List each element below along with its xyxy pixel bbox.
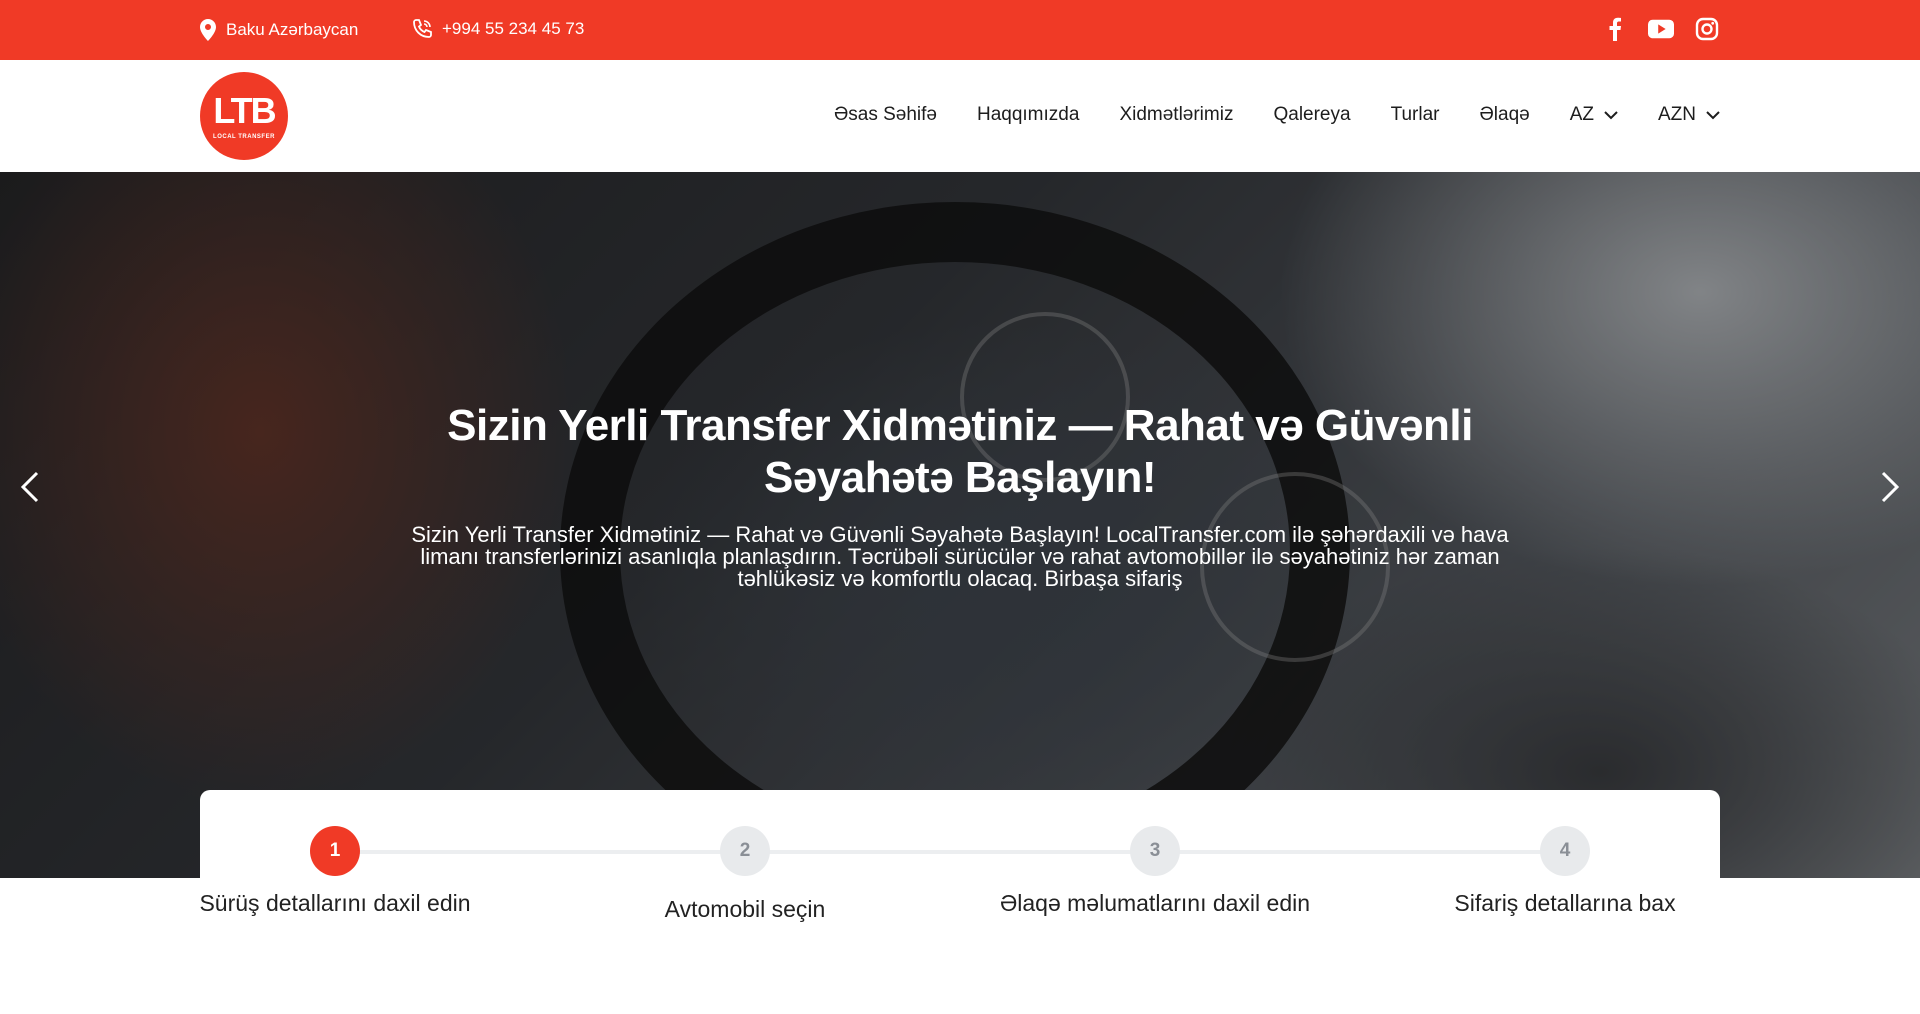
hero-text: Sizin Yerli Transfer Xidmətiniz — Rahat …: [411, 522, 1509, 591]
nav-item-services[interactable]: Xidmətlərimiz: [1119, 104, 1233, 126]
step-1[interactable]: 1 Sürüş detallarını daxil edin: [165, 826, 505, 917]
steps-progress-line: [340, 850, 1570, 854]
currency-value: AZN: [1658, 104, 1696, 125]
step-label: Sifariş detallarına bax: [1454, 890, 1676, 916]
nav-item-home[interactable]: Əsas Səhifə: [834, 104, 937, 126]
location-info: Baku Azərbaycan: [200, 19, 358, 41]
instagram-icon[interactable]: [1694, 16, 1720, 42]
site-logo[interactable]: LTB LOCAL TRANSFER: [200, 72, 288, 160]
step-number: 4: [1540, 826, 1590, 876]
step-label: Avtomobil seçin: [664, 896, 826, 922]
step-label: Sürüş detallarını daxil edin: [199, 890, 471, 916]
chevron-left-icon: [21, 471, 39, 503]
youtube-icon[interactable]: [1648, 16, 1674, 42]
step-label: Əlaqə məlumatlarını daxil edin: [999, 890, 1311, 916]
social-links: [1602, 16, 1720, 42]
slider-next-button[interactable]: [1870, 462, 1910, 512]
main-header: LTB LOCAL TRANSFER Əsas Səhifə Haqqımızd…: [0, 60, 1920, 172]
chevron-right-icon: [1881, 471, 1899, 503]
phone-info[interactable]: +994 55 234 45 73: [412, 19, 584, 39]
slider-prev-button[interactable]: [10, 462, 50, 512]
location-text: Baku Azərbaycan: [226, 20, 359, 39]
hero-slider: Sizin Yerli Transfer Xidmətiniz — Rahat …: [0, 172, 1920, 878]
hero-title: Sizin Yerli Transfer Xidmətiniz — Rahat …: [447, 401, 1473, 502]
top-bar: Baku Azərbaycan +994 55 234 45 73: [0, 0, 1920, 60]
nav-item-contact[interactable]: Əlaqə: [1480, 104, 1530, 126]
step-number: 1: [310, 826, 360, 876]
phone-icon: [413, 19, 432, 38]
chevron-down-icon: [1706, 110, 1720, 120]
logo-subtitle: LOCAL TRANSFER: [213, 134, 275, 140]
booking-steps: 1 Sürüş detallarını daxil edin 2 Avtomob…: [199, 790, 1720, 970]
main-nav: Əsas Səhifə Haqqımızda Xidmətlərimiz Qal…: [834, 104, 1720, 126]
language-value: AZ: [1569, 104, 1594, 125]
facebook-icon[interactable]: [1602, 16, 1628, 42]
step-number: 3: [1130, 826, 1180, 876]
nav-item-gallery[interactable]: Qalereya: [1273, 104, 1350, 126]
chevron-down-icon: [1604, 110, 1618, 120]
map-pin-icon: [200, 19, 216, 41]
step-2[interactable]: 2 Avtomobil seçin: [575, 826, 915, 923]
nav-item-tours[interactable]: Turlar: [1391, 104, 1440, 126]
nav-item-about[interactable]: Haqqımızda: [977, 104, 1079, 126]
step-3[interactable]: 3 Əlaqə məlumatlarını daxil edin: [985, 826, 1325, 917]
step-number: 2: [720, 826, 770, 876]
phone-text: +994 55 234 45 73: [442, 19, 585, 38]
language-select[interactable]: AZ: [1570, 104, 1618, 126]
step-4[interactable]: 4 Sifariş detallarına bax: [1395, 826, 1735, 917]
logo-text: LTB: [213, 90, 276, 131]
currency-select[interactable]: AZN: [1658, 104, 1720, 126]
